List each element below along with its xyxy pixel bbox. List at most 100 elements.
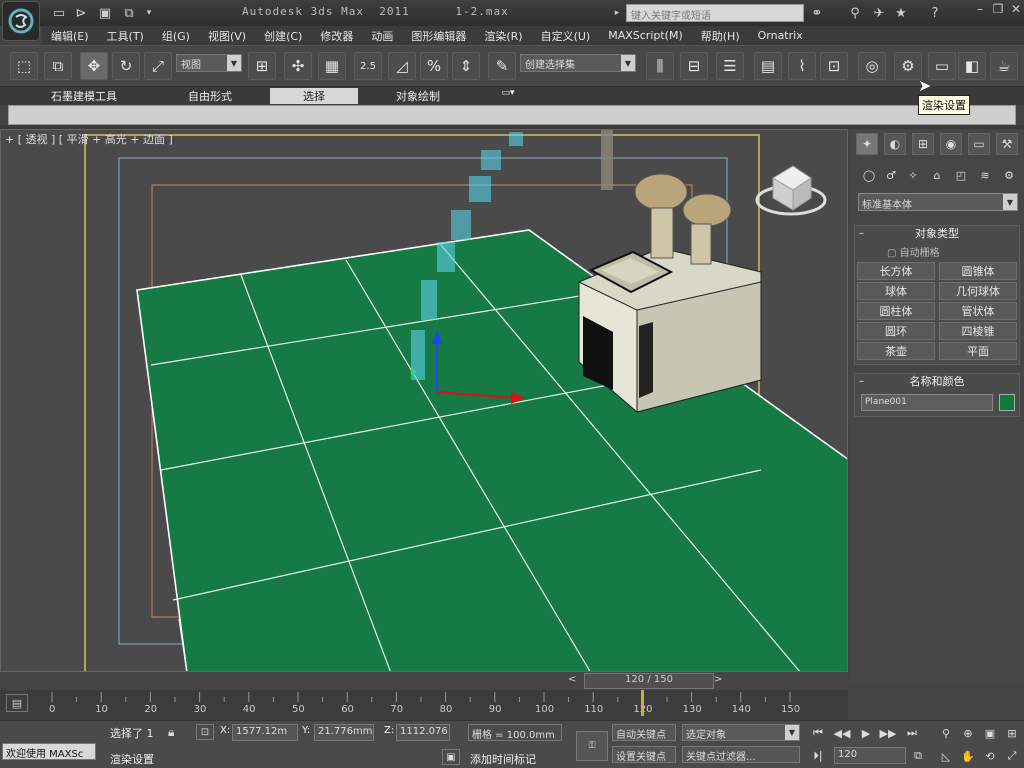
key-filters-button[interactable]: 关键点过滤器...: [682, 746, 800, 763]
cylinder-button[interactable]: 圆柱体: [857, 302, 935, 320]
create-panel-tab-icon[interactable]: ✦: [856, 133, 878, 155]
communication-icon[interactable]: ✈: [870, 4, 888, 22]
schematic-view-icon[interactable]: ⊡: [820, 52, 848, 80]
curve-editor-icon[interactable]: ⌇: [788, 52, 816, 80]
current-frame-field[interactable]: 120: [834, 747, 906, 764]
object-type-header[interactable]: – 对象类型: [855, 226, 1019, 242]
render-production-icon[interactable]: ◧: [958, 52, 986, 80]
open-file-icon[interactable]: ⊳: [72, 4, 90, 22]
sphere-button[interactable]: 球体: [857, 282, 935, 300]
menu-help[interactable]: 帮助(H): [692, 28, 749, 44]
set-key-button[interactable]: 设置关键点: [612, 746, 676, 763]
space-warps-icon[interactable]: ≋: [976, 166, 994, 184]
help-icon[interactable]: ?: [926, 4, 944, 22]
cone-button[interactable]: 圆锥体: [939, 262, 1017, 280]
go-to-start-icon[interactable]: ⏮: [808, 724, 828, 742]
named-selection-dropdown[interactable]: 创建选择集 ▼: [520, 54, 636, 72]
snaps-toggle-icon[interactable]: 2.5: [354, 52, 382, 80]
select-by-name-icon[interactable]: ⧉: [44, 52, 72, 80]
autogrid-checkbox[interactable]: ▢ 自动栅格: [887, 244, 940, 259]
tab-graphite-modeling[interactable]: 石墨建模工具: [36, 88, 132, 104]
menu-modifiers[interactable]: 修改器: [311, 28, 362, 44]
box-button[interactable]: 长方体: [857, 262, 935, 280]
close-icon[interactable]: ✕: [1008, 2, 1024, 16]
menu-maxscript[interactable]: MAXScript(M): [599, 29, 692, 42]
menu-tools[interactable]: 工具(T): [98, 28, 153, 44]
project-folder-icon[interactable]: ⧉: [120, 4, 138, 22]
key-mode-icon[interactable]: ⏵|: [808, 747, 828, 765]
absolute-mode-icon[interactable]: ⊡: [196, 724, 214, 740]
previous-frame-icon[interactable]: <: [568, 674, 582, 688]
plane-button[interactable]: 平面: [939, 342, 1017, 360]
zoom-all-icon[interactable]: ⊕: [958, 724, 978, 742]
select-and-move-icon[interactable]: ✥: [80, 52, 108, 80]
menu-graph-editors[interactable]: 图形编辑器: [402, 28, 475, 44]
select-and-rotate-icon[interactable]: ↻: [112, 52, 140, 80]
tab-freeform[interactable]: 自由形式: [170, 88, 250, 104]
field-of-view-icon[interactable]: ◺: [936, 747, 956, 765]
menu-edit[interactable]: 编辑(E): [42, 28, 98, 44]
utilities-panel-tab-icon[interactable]: ⚒: [996, 133, 1018, 155]
search-expand-icon[interactable]: ▸: [608, 4, 626, 22]
tube-button[interactable]: 管状体: [939, 302, 1017, 320]
ribbon-options-icon[interactable]: ▭▾: [494, 88, 522, 104]
menu-group[interactable]: 组(G): [153, 28, 199, 44]
y-coordinate[interactable]: 21.776mm: [314, 724, 374, 741]
object-name-field[interactable]: Plane001: [861, 394, 993, 411]
search-input[interactable]: 键入关键字或短语: [626, 4, 804, 22]
key-selection-dropdown[interactable]: 选定对象 ▼: [682, 724, 800, 741]
object-color-swatch[interactable]: [999, 394, 1015, 411]
align-icon[interactable]: ⊟: [680, 52, 708, 80]
application-button[interactable]: [2, 1, 40, 41]
play-icon[interactable]: ▶: [856, 724, 876, 742]
edit-named-selection-icon[interactable]: ✎: [488, 52, 516, 80]
tab-selection[interactable]: 选择: [270, 88, 358, 104]
go-to-end-icon[interactable]: ⏭: [902, 724, 922, 742]
mirror-icon[interactable]: ⫼: [646, 52, 674, 80]
menu-ornatrix[interactable]: Ornatrix: [749, 29, 812, 42]
previous-key-icon[interactable]: ◀◀: [832, 724, 852, 742]
select-and-scale-icon[interactable]: ⤢: [144, 52, 172, 80]
time-slider-thumb[interactable]: 120 / 150: [584, 673, 714, 689]
qat-dropdown-icon[interactable]: ▾: [140, 4, 158, 22]
zoom-icon[interactable]: ⚲: [936, 724, 956, 742]
perspective-viewport[interactable]: + [ 透视 ] [ 平滑 + 高光 + 边面 ]: [0, 129, 848, 672]
next-frame-icon[interactable]: >: [714, 674, 728, 688]
pyramid-button[interactable]: 四棱锥: [939, 322, 1017, 340]
menu-views[interactable]: 视图(V): [199, 28, 255, 44]
tab-object-paint[interactable]: 对象绘制: [378, 88, 458, 104]
object-category-dropdown[interactable]: 标准基本体 ▼: [858, 193, 1018, 211]
hierarchy-panel-tab-icon[interactable]: ⊞: [912, 133, 934, 155]
cameras-icon[interactable]: ⌂: [928, 166, 946, 184]
helpers-icon[interactable]: ◰: [952, 166, 970, 184]
viewport-label[interactable]: + [ 透视 ] [ 平滑 + 高光 + 边面 ]: [5, 131, 173, 147]
lights-icon[interactable]: ✧: [904, 166, 922, 184]
orbit-icon[interactable]: ⟲: [980, 747, 1000, 765]
teapot-button[interactable]: 茶壶: [857, 342, 935, 360]
shapes-icon[interactable]: ♂: [882, 166, 900, 184]
viewcube[interactable]: [755, 165, 827, 216]
favorites-star-icon[interactable]: ★: [892, 4, 910, 22]
subscription-icon[interactable]: ⚲: [846, 4, 864, 22]
z-coordinate[interactable]: 1112.076: [396, 724, 450, 741]
time-tag-icon[interactable]: ▣: [442, 749, 460, 765]
geosphere-button[interactable]: 几何球体: [939, 282, 1017, 300]
teapot-render-icon[interactable]: ☕: [990, 52, 1018, 80]
set-key-icon[interactable]: ⚿: [576, 731, 608, 761]
material-editor-icon[interactable]: ◎: [858, 52, 886, 80]
menu-animation[interactable]: 动画: [362, 28, 402, 44]
reference-coordinate-dropdown[interactable]: 视图 ▼: [176, 54, 242, 72]
select-manipulate-icon[interactable]: ✣: [284, 52, 312, 80]
minimize-icon[interactable]: –: [972, 2, 988, 16]
keyboard-shortcut-override-icon[interactable]: ▦: [318, 52, 346, 80]
spinner-snap-icon[interactable]: ⇕: [452, 52, 480, 80]
pivot-center-icon[interactable]: ⊞: [248, 52, 276, 80]
binoculars-icon[interactable]: ⚭: [808, 4, 826, 22]
auto-key-button[interactable]: 自动关键点: [612, 724, 676, 741]
track-bar[interactable]: ▤ 0102030405060708090100110120130140150: [0, 690, 848, 720]
menu-rendering[interactable]: 渲染(R): [475, 28, 531, 44]
zoom-extents-all-icon[interactable]: ⊞: [1002, 724, 1022, 742]
maxscript-listener[interactable]: 欢迎使用 MAXSc: [2, 743, 96, 760]
zoom-extents-icon[interactable]: ▣: [980, 724, 1000, 742]
systems-icon[interactable]: ⚙: [1000, 166, 1018, 184]
